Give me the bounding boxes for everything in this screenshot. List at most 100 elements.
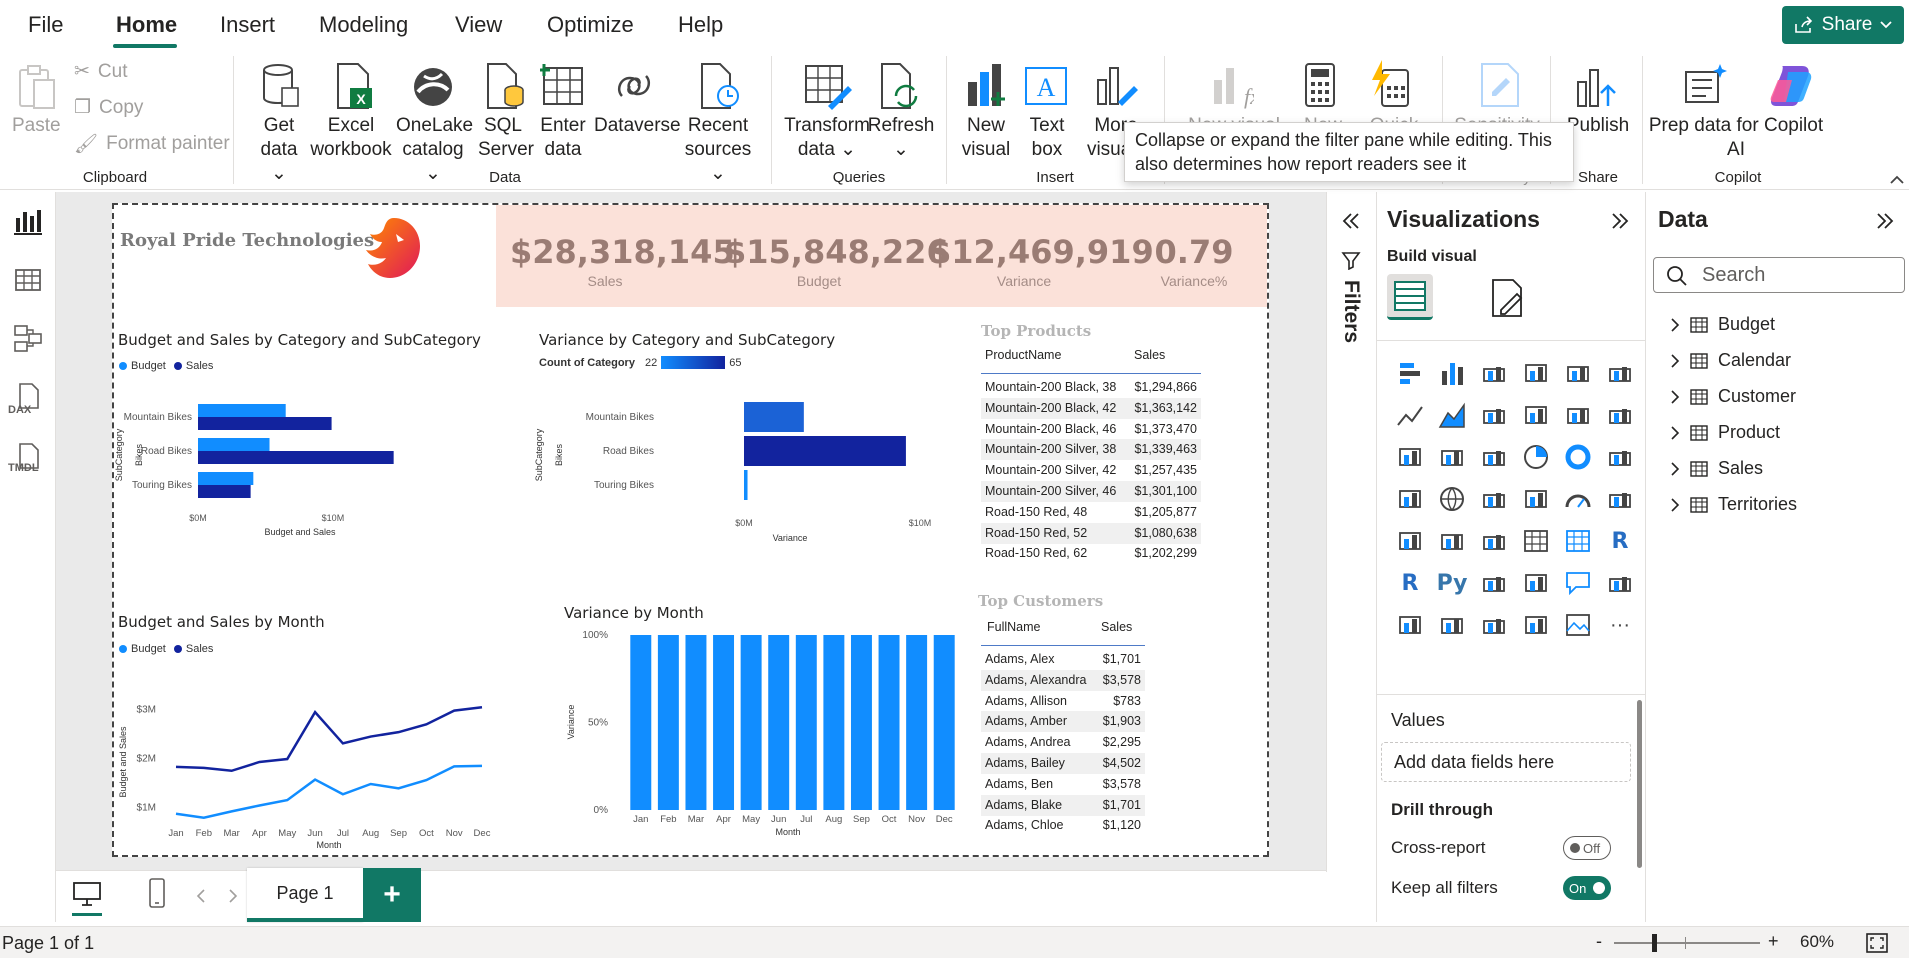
transform-data-button[interactable]: Transform data ⌄ [784, 114, 870, 162]
table-row[interactable]: Mountain-200 Silver, 38 $1,339,463 [981, 439, 1201, 461]
menu-optimize[interactable]: Optimize [547, 12, 634, 38]
data-table-territories[interactable]: Territories [1670, 494, 1797, 515]
collapse-ribbon-icon[interactable] [1890, 174, 1904, 184]
table-row[interactable]: Adams, Bailey $4,502 [981, 753, 1145, 774]
data-table-customer[interactable]: Customer [1670, 386, 1796, 407]
data-table-product[interactable]: Product [1670, 422, 1780, 443]
zoom-out-button[interactable]: - [1596, 931, 1602, 952]
kpi-sales[interactable]: $28,318,145 Sales [510, 233, 735, 289]
table-row[interactable]: Mountain-200 Black, 46 $1,373,470 [981, 419, 1201, 440]
zoom-level[interactable]: 60% [1800, 932, 1834, 952]
format-visual-icon[interactable] [1487, 278, 1527, 318]
menu-insert[interactable]: Insert [220, 12, 275, 38]
menu-help[interactable]: Help [678, 12, 723, 38]
slicer-visual-icon[interactable] [1473, 520, 1515, 562]
more-visual-icon[interactable]: ··· [1599, 604, 1641, 646]
refresh-button[interactable]: Refresh ⌄ [866, 114, 936, 162]
clustered-bar-visual-icon[interactable] [1473, 352, 1515, 394]
column-variance[interactable] [657, 635, 679, 810]
power-apps-visual-icon[interactable] [1473, 604, 1515, 646]
paginated-visual-icon[interactable] [1389, 604, 1431, 646]
table-row[interactable]: Mountain-200 Silver, 46 $1,301,100 [981, 481, 1201, 502]
bar-sales[interactable] [198, 485, 251, 498]
column-variance[interactable] [878, 635, 900, 810]
scatter-visual-icon[interactable] [1473, 436, 1515, 478]
format-painter-button[interactable]: 🖌 Format painter [74, 132, 230, 156]
smart-narrative-visual-icon[interactable] [1599, 562, 1641, 604]
bar-budget[interactable] [198, 438, 270, 451]
cross-report-toggle[interactable]: Off [1563, 836, 1611, 860]
table-row[interactable]: Adams, Allison $783 [981, 691, 1145, 712]
cut-button[interactable]: ✂ Cut [74, 60, 128, 83]
table-row[interactable]: Mountain-200 Black, 42 $1,363,142 [981, 397, 1201, 419]
map-visual-icon[interactable] [1431, 478, 1473, 520]
table-row[interactable]: Adams, Chloe $1,120 [981, 815, 1145, 836]
clustered-column-visual-icon[interactable] [1515, 352, 1557, 394]
chart-variance-category[interactable]: SubCategory Bikes Mountain Bikes Road Bikes… [532, 380, 952, 570]
prep-data-copilot-button[interactable]: Prep data for Copilot AI [1648, 114, 1824, 162]
bar-sales[interactable] [198, 417, 332, 430]
chart-variance-month[interactable]: Variance 0% 50% 100% Jan Feb Mar Apr May Jun Jul Au… [560, 622, 960, 854]
column-variance[interactable] [768, 635, 790, 810]
python-script-visual-icon[interactable]: Py [1431, 562, 1473, 604]
collapse-visualizations-icon[interactable] [1609, 210, 1631, 232]
gauge-visual-icon[interactable] [1557, 478, 1599, 520]
column-variance[interactable] [933, 635, 955, 810]
table-view-icon[interactable] [12, 264, 44, 296]
matrix-visual-icon[interactable] [1557, 520, 1599, 562]
waterfall-visual-icon[interactable] [1389, 436, 1431, 478]
menu-file[interactable]: File [28, 12, 63, 38]
power-automate-visual-icon[interactable] [1515, 604, 1557, 646]
collapse-data-icon[interactable] [1874, 210, 1896, 232]
data-table-budget[interactable]: Budget [1670, 314, 1775, 335]
stacked-column-visual-icon[interactable] [1431, 352, 1473, 394]
column-variance[interactable] [906, 635, 928, 810]
recent-sources-button[interactable]: Recent sources ⌄ [676, 114, 760, 186]
kpi-budget[interactable]: $15,848,226 Budget [724, 233, 949, 289]
table-row[interactable]: Adams, Alex $1,701 [981, 649, 1145, 670]
share-button[interactable]: Share [1782, 6, 1904, 44]
table-visual-icon[interactable] [1515, 520, 1557, 562]
r-script-visual-icon[interactable]: R [1389, 562, 1431, 604]
donut-visual-icon[interactable] [1557, 436, 1599, 478]
funnel-visual-icon[interactable] [1431, 436, 1473, 478]
chevron-left-icon[interactable] [196, 889, 206, 903]
column-variance[interactable] [713, 635, 735, 810]
menu-home[interactable]: Home [116, 12, 177, 38]
bar-variance[interactable] [744, 402, 804, 432]
table-row[interactable]: Adams, Ben $3,578 [981, 774, 1145, 795]
multi-card-visual-icon[interactable] [1389, 520, 1431, 562]
line-clustered-visual-icon[interactable] [1599, 394, 1641, 436]
ribbon-visual-icon[interactable] [1515, 394, 1557, 436]
treemap-visual-icon[interactable] [1389, 478, 1431, 520]
top-customers-table[interactable]: FullName Sales Adams, Alex $1,701 Adams, A… [981, 620, 1145, 840]
stacked-bar-visual-icon[interactable] [1389, 352, 1431, 394]
col-header-sales[interactable]: Sales [1101, 620, 1132, 634]
excel-workbook-button[interactable]: Excel workbook [310, 114, 392, 162]
col-header-productname[interactable]: ProductName [985, 348, 1061, 362]
column-variance[interactable] [850, 635, 872, 810]
text-box-button[interactable]: Text box [1018, 114, 1076, 162]
copy-button[interactable]: ❐ Copy [74, 96, 143, 119]
data-table-sales[interactable]: Sales [1670, 458, 1763, 479]
decomposition-tree-visual-icon[interactable] [1515, 562, 1557, 604]
key-influencers-visual-icon[interactable] [1473, 562, 1515, 604]
table-row[interactable]: Road-150 Red, 62 $1,202,299 [981, 543, 1201, 564]
chart-budget-sales-category[interactable]: SubCategory BikesMountain BikesRoad Bikes… [112, 380, 492, 570]
data-search-input[interactable]: Search [1653, 257, 1905, 293]
column-variance[interactable] [823, 635, 845, 810]
column-variance[interactable] [795, 635, 817, 810]
column-variance[interactable] [740, 635, 762, 810]
paste-button[interactable]: Paste [12, 114, 61, 138]
series-line-sales[interactable] [175, 705, 483, 773]
filled-map-visual-icon[interactable] [1473, 478, 1515, 520]
page-tab-page-1[interactable]: Page 1 [247, 868, 363, 922]
dataverse-button[interactable]: Dataverse [594, 114, 681, 138]
bar-budget[interactable] [198, 404, 286, 417]
100-bar-visual-icon[interactable] [1557, 352, 1599, 394]
new-visual-button[interactable]: New visual [958, 114, 1014, 162]
get-data-button[interactable]: Get data ⌄ [252, 114, 306, 186]
metrics-visual-icon[interactable] [1431, 604, 1473, 646]
onelake-catalog-button[interactable]: OneLake catalog ⌄ [396, 114, 473, 186]
menu-modeling[interactable]: Modeling [319, 12, 408, 38]
